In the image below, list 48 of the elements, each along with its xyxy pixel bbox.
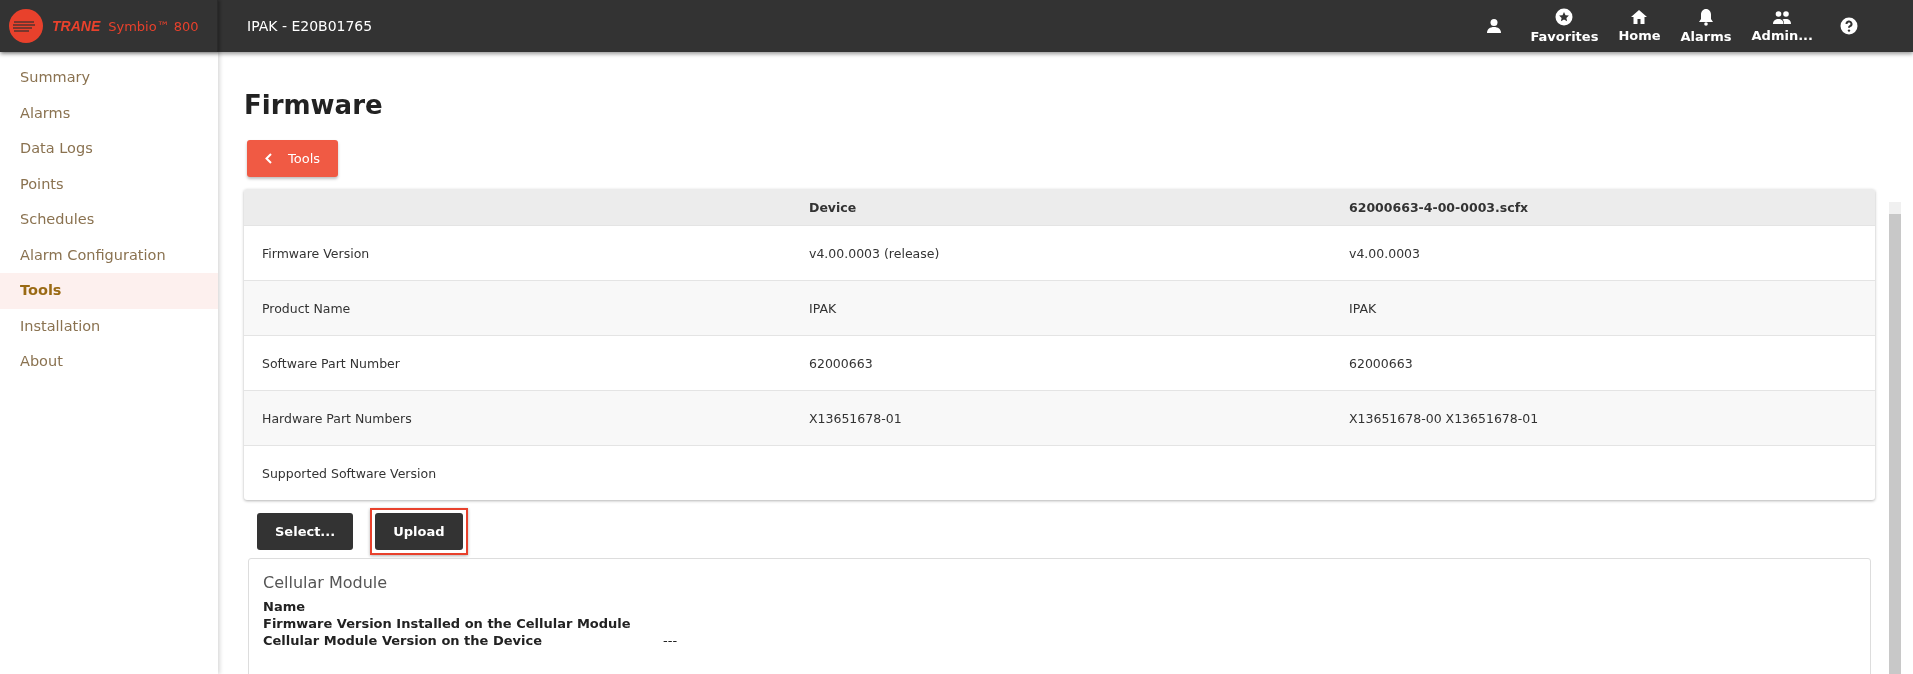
table-cell: IPAK (809, 300, 837, 316)
back-button[interactable]: Tools (247, 140, 339, 177)
table-cell: X13651678-00 X13651678-01 (1349, 410, 1539, 426)
admin-button[interactable]: Admin... (1747, 9, 1817, 43)
sidebar-item[interactable]: Data Logs (0, 131, 218, 167)
logo-icon (8, 8, 44, 44)
table-cell: v4.00.0003 (release) (809, 245, 940, 261)
page-title: Firmware (244, 90, 384, 120)
device-title: IPAK - E20B01765 (247, 18, 373, 34)
table-cell: 62000663 (1349, 355, 1413, 371)
bell-icon (1698, 8, 1715, 26)
sidebar-item[interactable]: Installation (0, 308, 218, 344)
scrollbar[interactable] (1889, 202, 1901, 674)
table-cell: IPAK (1349, 300, 1377, 316)
brand-name: TRANE (52, 18, 101, 34)
people-icon (1772, 9, 1793, 25)
sidebar-item[interactable]: Alarm Configuration (0, 237, 218, 273)
chevron-icon (265, 153, 272, 164)
sidebar-item[interactable]: Points (0, 166, 218, 202)
user-icon (1486, 18, 1503, 34)
sidebar-item[interactable]: Summary (0, 60, 218, 96)
action-button[interactable]: Upload (375, 513, 463, 550)
table-cell: X13651678-01 (809, 410, 902, 426)
table-cell: Supported Software Version (262, 465, 437, 481)
sidebar-item[interactable]: About (0, 344, 218, 380)
action-button[interactable]: Select... (257, 513, 354, 550)
field-label: Firmware Version Installed on the Cellular Module (263, 615, 632, 632)
field-value: --- (663, 632, 678, 649)
table-cell: Software Part Number (262, 355, 400, 371)
card-title: Cellular Module (263, 573, 389, 592)
field-label: Name (263, 598, 306, 615)
table-cell: Firmware Version (262, 245, 370, 261)
help-icon (1840, 17, 1858, 35)
table-cell: Hardware Part Numbers (262, 410, 412, 426)
table-cell: Product Name (262, 300, 351, 316)
home-icon (1630, 9, 1649, 25)
column-header: 62000663-4-00-0003.scfx (1349, 199, 1529, 215)
field-label: Cellular Module Version on the Device (263, 632, 543, 649)
product-name: Symbio™ 800 (108, 18, 199, 34)
table-cell: v4.00.0003 (1349, 245, 1420, 261)
column-header: Device (809, 199, 857, 215)
alarms-button[interactable]: Alarms (1676, 8, 1736, 44)
sidebar-item[interactable]: Schedules (0, 202, 218, 238)
home-button[interactable]: Home (1614, 9, 1665, 43)
sidebar-item[interactable]: Tools (0, 273, 218, 309)
table-cell: 62000663 (809, 355, 873, 371)
favorites-button[interactable]: Favorites (1526, 8, 1603, 44)
sidebar-item[interactable]: Alarms (0, 95, 218, 131)
